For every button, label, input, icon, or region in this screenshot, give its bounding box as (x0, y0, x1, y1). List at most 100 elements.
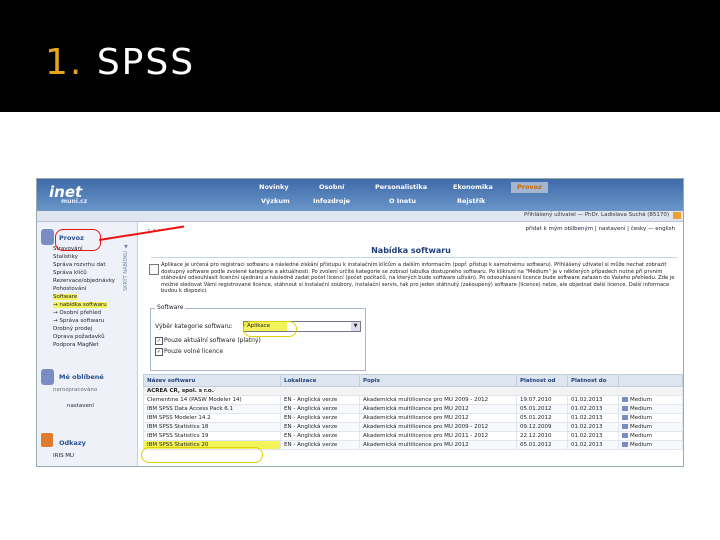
cell: 05.01.2012 (516, 413, 568, 423)
nav-rejstrik[interactable]: Rejstřík (451, 196, 491, 207)
nav-vyzkum[interactable]: Výzkum (255, 196, 296, 207)
user-bar: Přihlášený uživatel — PhDr. Ladislava Su… (37, 211, 683, 222)
favorites-settings[interactable]: nastavení (67, 403, 94, 409)
medium-link[interactable]: Medium (630, 397, 652, 403)
cell: 22.12.2010 (516, 431, 568, 441)
header-bar: inet muni.cz Novinky Osobní Personalisti… (37, 179, 683, 211)
cell: IBM SPSS Statistics 19 (143, 431, 281, 441)
sidebar-item[interactable]: Oprava požadavků (53, 334, 105, 340)
medium-icon (622, 433, 628, 438)
medium-link[interactable]: Medium (630, 406, 652, 412)
medium-cell[interactable]: Medium (618, 413, 683, 423)
sidebar-item[interactable]: Správa klíčů (53, 270, 87, 276)
medium-icon (622, 406, 628, 411)
info-text: Aplikace je určená pro registraci softwa… (161, 262, 675, 295)
cell: IBM SPSS Statistics 18 (143, 422, 281, 432)
cell: 01.02.2013 (567, 404, 619, 414)
sidebar-item[interactable]: Správa rozvrhu dat (53, 262, 106, 268)
col-medium (618, 374, 683, 387)
logout-icon[interactable] (673, 212, 681, 219)
nav-infozdroje[interactable]: Infozdroje (307, 196, 356, 207)
sidebar-item[interactable]: Podpora MagNet (53, 342, 98, 348)
col-desc[interactable]: Popis (359, 374, 517, 387)
chevron-down-icon[interactable]: ▼ (351, 322, 360, 331)
cell: Akademická multilicence pro MU 2012 (359, 413, 517, 423)
medium-icon (622, 415, 628, 420)
annotation-circle-spss20 (141, 447, 263, 463)
cell: EN - Anglická verze (280, 395, 360, 405)
cell: EN - Anglická verze (280, 440, 360, 450)
medium-icon (622, 442, 628, 447)
checkbox-free[interactable]: ✓ (155, 348, 163, 356)
nav-osobni[interactable]: Osobní (313, 182, 350, 193)
checkbox-free-label: Pouze volné licence (164, 348, 224, 355)
sidebar-item[interactable]: → Osobní přehled (53, 310, 101, 316)
sidebar-item[interactable]: → Správa softwaru (53, 318, 104, 324)
table-row: IBM SPSS Modeler 14.2 EN - Anglická verze… (143, 413, 683, 423)
favorites-icon (41, 369, 54, 385)
col-name[interactable]: Název softwaru (143, 374, 281, 387)
table-group-row: ACREA CR, spol. s r.o. (143, 386, 683, 396)
medium-cell[interactable]: Medium (618, 431, 683, 441)
cell: 05.01.2012 (516, 440, 568, 450)
medium-link[interactable]: Medium (630, 442, 652, 448)
cell: Akademická multilicence pro MU 2012 (359, 404, 517, 414)
medium-icon (622, 397, 628, 402)
annotation-circle-provoz (55, 229, 101, 251)
links-title: Odkazy (59, 439, 86, 447)
divider (151, 257, 677, 258)
col-locale[interactable]: Lokalizace (280, 374, 360, 387)
col-to[interactable]: Platnost do (567, 374, 619, 387)
cell: IBM SPSS Modeler 14.2 (143, 413, 281, 423)
table-row: IBM SPSS Statistics 18 EN - Anglická verz… (143, 422, 683, 432)
cell: Akademická multilicence pro MU 2009 - 20… (359, 395, 517, 405)
sidebar-item[interactable]: Drobný prodej (53, 326, 92, 332)
slide-title: 1. SPSS (45, 42, 195, 83)
sidebar-item[interactable]: Pohostování (53, 286, 86, 292)
sidebar-item[interactable]: Stalistiky (53, 254, 78, 260)
cell: 01.02.2013 (567, 395, 619, 405)
medium-cell[interactable]: Medium (618, 395, 683, 405)
cell: 09.12.2009 (516, 422, 568, 432)
nav-personalistika[interactable]: Personalistika (369, 182, 433, 193)
cell: 05.01.2012 (516, 404, 568, 414)
medium-link[interactable]: Medium (630, 424, 652, 430)
sidebar-item-nabidka[interactable]: → nabídka softwaru (53, 302, 107, 308)
top-links[interactable]: přidat k mým oblíbeným | nastavení | čes… (526, 226, 675, 232)
checkbox-current-label: Pouze aktuální software (platný) (164, 337, 261, 344)
favorites-title: Mé oblíbené (59, 373, 104, 381)
medium-link[interactable]: Medium (630, 415, 652, 421)
software-table: Název softwaru Lokalizace Popis Platnost… (143, 374, 683, 450)
person-icon (41, 229, 54, 245)
nav-ekonomika[interactable]: Ekonomika (447, 182, 499, 193)
cell: EN - Anglická verze (280, 431, 360, 441)
table-row: Clementine 14 (PASW Modeler 14) EN - Angl… (143, 395, 683, 405)
cell: Akademická multilicence pro MU 2011 - 20… (359, 431, 517, 441)
cell: Akademická multilicence pro MU 2012 (359, 440, 517, 450)
medium-cell[interactable]: Medium (618, 440, 683, 450)
category-label: Výběr kategorie softwaru: (155, 323, 233, 330)
nav-provoz[interactable]: Provoz (511, 182, 548, 193)
sidebar-item[interactable]: Rezervace/objednávky (53, 278, 115, 284)
links-icon (41, 433, 53, 447)
slide-number: 1. (45, 42, 84, 83)
nav-novinky[interactable]: Novinky (253, 182, 295, 193)
document-icon (149, 264, 159, 275)
browser-screenshot: inet muni.cz Novinky Osobní Personalisti… (36, 178, 684, 467)
checkbox-current[interactable]: ✓ (155, 337, 163, 345)
software-legend: Software (155, 304, 186, 311)
medium-link[interactable]: Medium (630, 433, 652, 439)
medium-cell[interactable]: Medium (618, 422, 683, 432)
table-header: Název softwaru Lokalizace Popis Platnost… (143, 374, 683, 387)
col-from[interactable]: Platnost od (516, 374, 568, 387)
main-content: • • • přidat k mým oblíbeným | nastavení… (143, 222, 683, 466)
nav-o-inetu[interactable]: O Inetu (383, 196, 422, 207)
links-item[interactable]: IRIS MU (53, 453, 74, 459)
cell: 01.02.2013 (567, 413, 619, 423)
group-label: ACREA CR, spol. s r.o. (143, 386, 683, 396)
cell: EN - Anglická verze (280, 422, 360, 432)
table-row: IBM SPSS Data Access Pack 6.1 EN - Anglic… (143, 404, 683, 414)
medium-cell[interactable]: Medium (618, 404, 683, 414)
logo-subtitle: muni.cz (61, 198, 88, 205)
sidebar-item-software[interactable]: Software (53, 294, 78, 300)
